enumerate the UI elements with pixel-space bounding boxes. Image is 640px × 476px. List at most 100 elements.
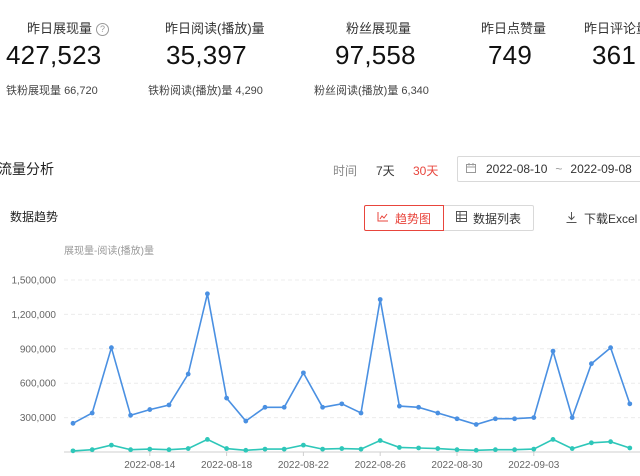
download-icon bbox=[566, 211, 577, 226]
series-0-point-23 bbox=[512, 416, 517, 422]
series-1-point-11 bbox=[281, 446, 287, 452]
series-0-point-0 bbox=[70, 420, 76, 426]
series-0-point-2 bbox=[109, 345, 114, 351]
help-icon[interactable]: ? bbox=[96, 23, 110, 36]
range-30-days[interactable]: 30天 bbox=[413, 162, 438, 179]
stat-value-comments: 361 bbox=[592, 40, 636, 70]
series-1-point-3 bbox=[128, 447, 134, 453]
series-1-point-20 bbox=[454, 447, 460, 453]
series-1-point-24 bbox=[531, 446, 537, 452]
download-excel-button[interactable]: 下载Excel bbox=[566, 210, 637, 227]
series-1-point-8 bbox=[224, 446, 230, 451]
series-1-point-21 bbox=[473, 447, 479, 453]
series-line-0 bbox=[72, 293, 631, 426]
section-title-trend: 数据趋势 bbox=[10, 210, 59, 224]
series-0-point-18 bbox=[416, 404, 421, 410]
range-7-days[interactable]: 7天 bbox=[376, 162, 395, 179]
y-tick-label: 600,000 bbox=[20, 379, 57, 390]
section-title-traffic: 流量分析 bbox=[0, 161, 54, 177]
x-tick-label: 2022-08-26 bbox=[355, 460, 407, 471]
calendar-icon bbox=[466, 162, 476, 176]
date-range-picker[interactable]: 2022-08-10 ~ 2022-09-08 bbox=[457, 156, 640, 182]
series-1-point-28 bbox=[608, 439, 613, 445]
view-trend-button[interactable]: 趋势图 bbox=[364, 205, 444, 231]
stat-label-reads: 昨日阅读(播放)量 bbox=[165, 21, 265, 36]
series-1-point-16 bbox=[377, 438, 383, 443]
series-0-point-28 bbox=[608, 345, 613, 351]
series-0-point-1 bbox=[89, 410, 95, 416]
series-0-point-19 bbox=[435, 410, 441, 416]
table-icon bbox=[455, 211, 467, 225]
series-0-point-15 bbox=[358, 410, 364, 416]
series-1-point-5 bbox=[166, 447, 172, 453]
x-tick-label: 2022-08-14 bbox=[124, 460, 176, 471]
x-tick-label: 2022-08-18 bbox=[201, 460, 253, 471]
series-1-point-0 bbox=[70, 448, 76, 454]
stat-sub-impressions: 铁粉展现量 66,720 bbox=[6, 85, 98, 97]
line-chart-icon bbox=[377, 211, 389, 225]
series-0-point-13 bbox=[320, 404, 325, 410]
series-1-point-14 bbox=[339, 446, 345, 451]
series-1-point-17 bbox=[397, 445, 402, 450]
series-0-point-27 bbox=[589, 361, 594, 367]
x-tick-label: 2022-08-22 bbox=[278, 460, 330, 471]
series-1-point-18 bbox=[416, 445, 421, 451]
stat-value-fan-impressions: 97,558 bbox=[335, 40, 416, 70]
stat-value-likes: 749 bbox=[488, 40, 532, 70]
series-1-point-12 bbox=[301, 442, 306, 448]
series-1-point-13 bbox=[320, 446, 325, 452]
series-1-point-7 bbox=[205, 436, 210, 442]
series-1-point-27 bbox=[589, 440, 594, 446]
stat-label-comments: 昨日评论量 bbox=[584, 21, 640, 36]
y-tick-label: 300,000 bbox=[20, 413, 57, 424]
series-0-point-17 bbox=[397, 403, 402, 409]
series-1-point-2 bbox=[109, 442, 114, 448]
x-tick-label: 2022-09-03 bbox=[508, 460, 560, 471]
series-1-point-23 bbox=[512, 447, 517, 453]
series-1-point-6 bbox=[185, 446, 191, 451]
series-0-point-14 bbox=[339, 401, 345, 407]
series-0-point-26 bbox=[569, 415, 575, 420]
series-0-point-5 bbox=[166, 402, 172, 408]
date-end[interactable]: 2022-09-08 bbox=[570, 162, 631, 176]
view-list-button[interactable]: 数据列表 bbox=[444, 205, 534, 231]
series-0-point-29 bbox=[627, 401, 633, 407]
series-0-point-6 bbox=[185, 371, 191, 377]
y-tick-label: 1,500,000 bbox=[12, 276, 57, 287]
stat-label-likes: 昨日点赞量 bbox=[481, 21, 547, 36]
series-1-point-22 bbox=[493, 447, 498, 453]
stat-sub-fan-impressions: 粉丝阅读(播放)量 6,340 bbox=[314, 85, 429, 97]
series-0-point-11 bbox=[281, 404, 287, 410]
y-tick-label: 900,000 bbox=[20, 344, 57, 355]
series-0-point-4 bbox=[147, 407, 153, 412]
series-1-point-19 bbox=[435, 446, 441, 451]
series-0-point-3 bbox=[128, 412, 134, 418]
series-0-point-8 bbox=[224, 395, 230, 401]
series-1-point-26 bbox=[569, 446, 575, 451]
series-0-point-10 bbox=[262, 404, 268, 410]
series-1-point-15 bbox=[358, 446, 364, 452]
range-label: 时间 bbox=[333, 164, 358, 178]
series-1-point-1 bbox=[89, 447, 95, 453]
series-0-point-12 bbox=[301, 370, 306, 376]
series-0-point-16 bbox=[377, 297, 383, 302]
series-0-point-25 bbox=[550, 348, 556, 354]
x-tick-label: 2022-08-30 bbox=[431, 460, 483, 471]
date-separator: ~ bbox=[555, 162, 563, 176]
series-line-1 bbox=[72, 438, 631, 452]
date-start[interactable]: 2022-08-10 bbox=[486, 162, 547, 176]
trend-chart: 展现量-阅读(播放)量 300,000 600,000 900,000 1,200,0… bbox=[12, 244, 640, 471]
series-1-point-9 bbox=[243, 447, 249, 453]
series-0-point-24 bbox=[531, 415, 537, 420]
chart-series-caption: 展现量-阅读(播放)量 bbox=[64, 244, 154, 257]
stat-label-fan-impressions: 粉丝展现量 bbox=[346, 21, 412, 36]
series-0-point-20 bbox=[454, 416, 460, 422]
series-1-point-4 bbox=[147, 446, 153, 452]
series-1-point-25 bbox=[550, 436, 556, 442]
stat-sub-reads: 铁粉阅读(播放)量 4,290 bbox=[148, 85, 263, 97]
series-1-point-29 bbox=[627, 445, 633, 451]
series-1-point-10 bbox=[262, 446, 268, 452]
series-0-point-9 bbox=[243, 418, 249, 424]
series-0-point-21 bbox=[473, 422, 479, 427]
stat-value-impressions: 427,523 bbox=[6, 40, 102, 70]
